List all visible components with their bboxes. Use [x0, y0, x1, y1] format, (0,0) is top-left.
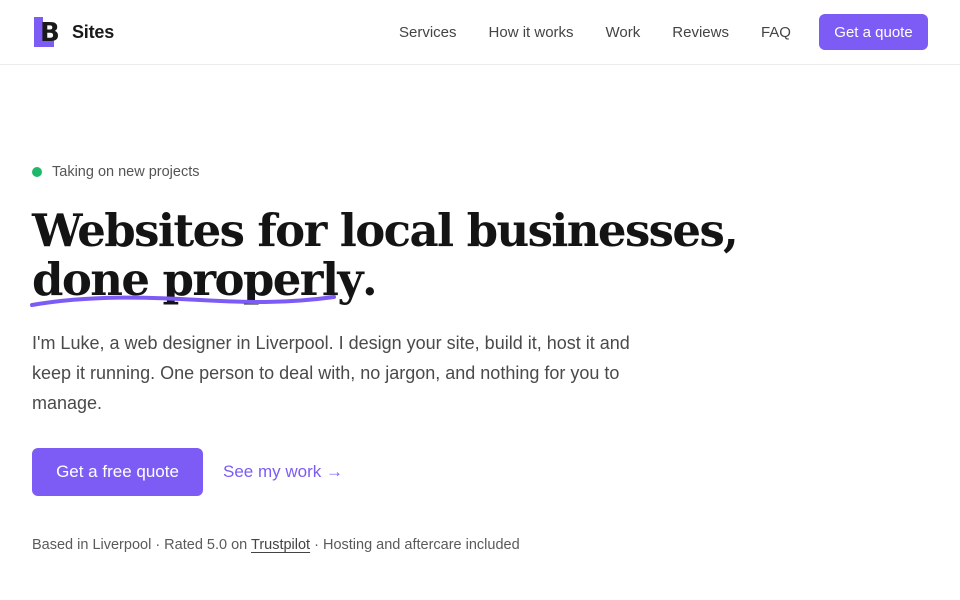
headline-period: . — [361, 253, 378, 306]
nav-how-it-works[interactable]: How it works — [489, 24, 574, 41]
brand-logo[interactable]: B Sites — [34, 17, 114, 47]
brand-name: Sites — [72, 21, 115, 42]
meta-prefix: Based in Liverpool · Rated 5.0 on — [32, 537, 251, 553]
see-my-work-link[interactable]: See my work → — [223, 462, 343, 482]
trust-meta: Based in Liverpool · Rated 5.0 on Trustp… — [32, 537, 520, 553]
underlined-phrase: done properly — [30, 255, 364, 307]
availability-badge: Taking on new projects — [32, 164, 200, 180]
squiggle-underline-icon — [30, 295, 336, 307]
hero-lead: I'm Luke, a web designer in Liverpool. I… — [32, 333, 630, 413]
status-dot-icon — [32, 167, 42, 177]
trustpilot-link[interactable]: Trustpilot — [251, 537, 310, 553]
get-a-quote-button[interactable]: Get a quote — [819, 14, 928, 50]
main-nav: Services How it works Work Reviews FAQ — [399, 0, 791, 64]
headline-line-1: Websites for local businesses, — [32, 204, 739, 257]
meta-suffix: · Hosting and aftercare included — [310, 537, 520, 553]
headline-line-2: done properly. — [30, 253, 732, 307]
badge-text: Taking on new projects — [52, 164, 200, 180]
logo-letter: B — [40, 18, 60, 47]
logo-mark-icon: B — [34, 17, 60, 47]
hero-headline: Websites for local businesses, done prop… — [30, 204, 739, 307]
nav-faq[interactable]: FAQ — [761, 24, 791, 41]
nav-work[interactable]: Work — [606, 24, 641, 41]
site-header: B Sites Services How it works Work Revie… — [0, 0, 960, 65]
nav-services[interactable]: Services — [399, 24, 457, 41]
nav-reviews[interactable]: Reviews — [672, 24, 729, 41]
get-free-quote-button[interactable]: Get a free quote — [32, 448, 203, 496]
